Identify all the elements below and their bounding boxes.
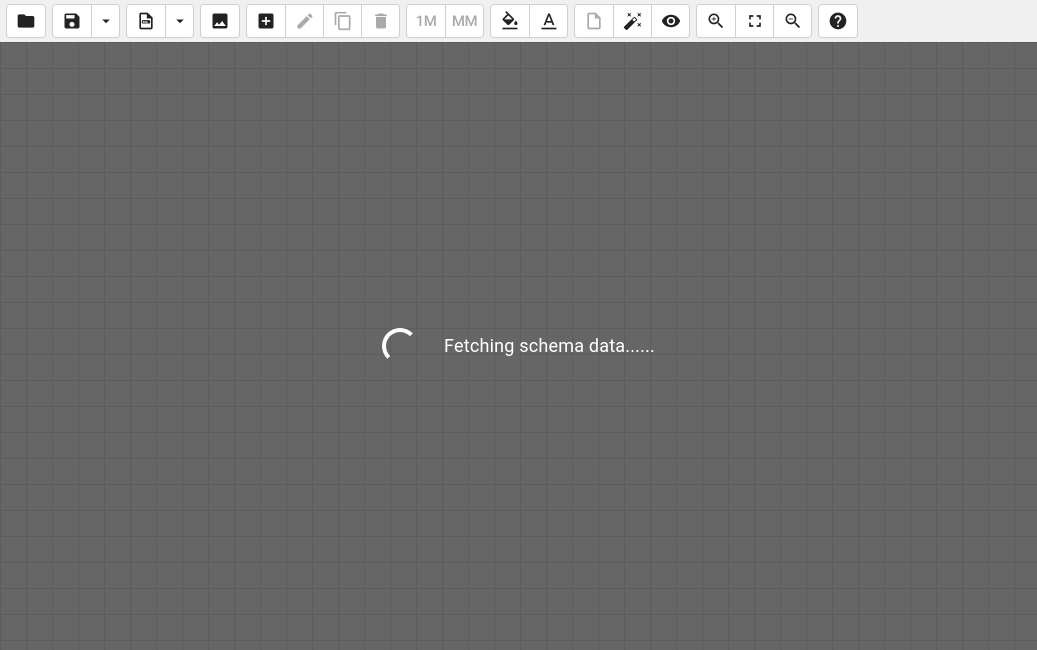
text-color-button[interactable] — [529, 5, 567, 37]
spinner-icon — [382, 328, 418, 364]
note-icon — [584, 11, 604, 31]
zoom-in-icon — [706, 11, 726, 31]
edit-group — [246, 4, 400, 38]
open-button[interactable] — [7, 5, 45, 37]
fullscreen-icon — [745, 11, 765, 31]
save-dropdown-button[interactable] — [91, 5, 119, 37]
zoom-group — [696, 4, 812, 38]
relation-group: 1M MM — [406, 4, 484, 38]
many-many-icon: MM — [452, 12, 477, 30]
sql-file-icon: SQL — [136, 11, 156, 31]
zoom-in-button[interactable] — [697, 5, 735, 37]
plus-box-icon — [256, 11, 276, 31]
zoom-out-button[interactable] — [773, 5, 811, 37]
help-button[interactable] — [819, 5, 857, 37]
save-icon — [62, 11, 82, 31]
design-canvas[interactable]: Fetching schema data...... — [0, 42, 1037, 650]
help-group — [818, 4, 858, 38]
sql-file-button[interactable]: SQL — [127, 5, 165, 37]
sql-dropdown-button[interactable] — [165, 5, 193, 37]
copy-button — [323, 5, 361, 37]
loading-overlay: Fetching schema data...... — [0, 42, 1037, 650]
one-many-button: 1M — [407, 5, 445, 37]
paint-bucket-icon — [500, 11, 520, 31]
image-group — [200, 4, 240, 38]
help-icon — [828, 11, 848, 31]
text-color-icon — [539, 11, 559, 31]
sql-group: SQL — [126, 4, 194, 38]
image-icon — [210, 11, 230, 31]
one-many-icon: 1M — [416, 12, 437, 30]
file-group — [6, 4, 46, 38]
magic-wand-icon — [623, 11, 643, 31]
many-many-button: MM — [445, 5, 483, 37]
pencil-icon — [295, 11, 315, 31]
show-details-button[interactable] — [651, 5, 689, 37]
copy-icon — [333, 11, 353, 31]
zoom-fit-button[interactable] — [735, 5, 773, 37]
save-button[interactable] — [53, 5, 91, 37]
save-group — [52, 4, 120, 38]
eye-icon — [661, 11, 681, 31]
note-button — [575, 5, 613, 37]
trash-icon — [371, 11, 391, 31]
chevron-down-icon — [97, 12, 115, 30]
auto-align-button[interactable] — [613, 5, 651, 37]
chevron-down-icon — [171, 12, 189, 30]
image-button[interactable] — [201, 5, 239, 37]
fill-color-button[interactable] — [491, 5, 529, 37]
svg-text:SQL: SQL — [143, 20, 149, 24]
loading-text: Fetching schema data...... — [444, 336, 655, 357]
edit-button — [285, 5, 323, 37]
zoom-out-icon — [783, 11, 803, 31]
tools-group — [574, 4, 690, 38]
toolbar: SQL — [0, 0, 1037, 42]
delete-button — [361, 5, 399, 37]
folder-icon — [16, 11, 36, 31]
add-button[interactable] — [247, 5, 285, 37]
color-group — [490, 4, 568, 38]
